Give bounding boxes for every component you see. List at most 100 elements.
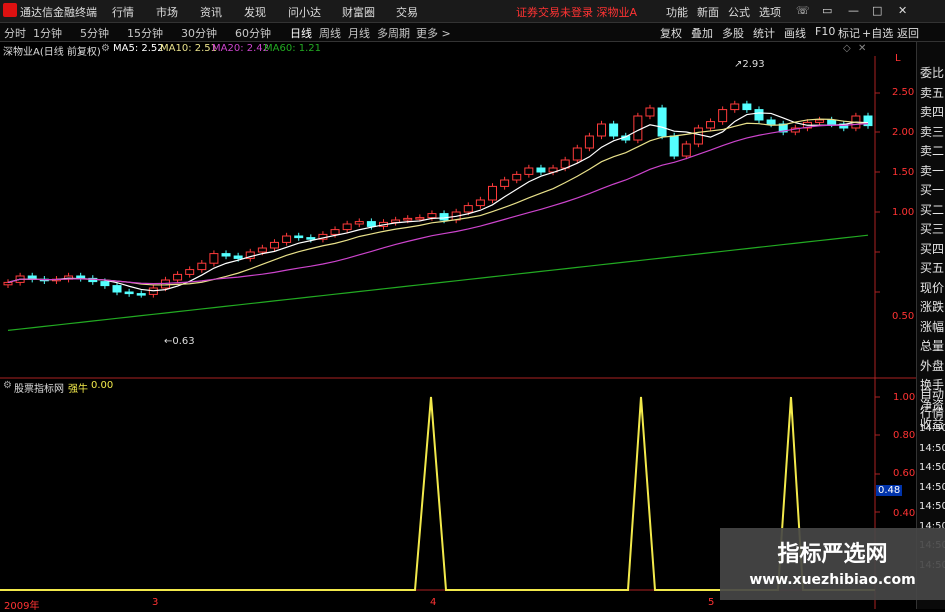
tab-60min[interactable]: 60分钟 — [235, 25, 271, 41]
quote-field-1: 卖五 — [920, 85, 945, 100]
tab-daily[interactable]: 日线 — [290, 25, 312, 41]
close-icon[interactable]: ✕ — [898, 4, 907, 17]
quote-field-14: 总量 — [920, 339, 945, 353]
candle-body — [197, 262, 207, 271]
candle-body — [209, 253, 219, 264]
candle-body — [257, 247, 267, 253]
quote-field-9: 买四 — [920, 241, 945, 256]
ind-tick-080: 0.80 — [893, 430, 916, 441]
candle-body — [718, 109, 728, 123]
tick-list-item-0[interactable]: 自动 — [920, 385, 944, 402]
candle-body — [233, 255, 243, 259]
high-label: 2.93 — [742, 59, 765, 70]
tab-multi-period[interactable]: 多周期 — [377, 25, 410, 41]
indicator-source: 股票指标网 — [14, 384, 64, 395]
quote-field-3: 卖三 — [920, 124, 945, 139]
watermark-title: 指标严选网 — [777, 542, 888, 567]
tab-monthly[interactable]: 月线 — [348, 25, 370, 41]
candle-body — [645, 107, 655, 117]
cursor-value-badge: 0.48 — [876, 485, 903, 496]
minimize-icon[interactable]: — — [848, 4, 859, 17]
candle-body — [815, 119, 825, 123]
quote-field-8: 买三 — [920, 222, 945, 236]
candle-body — [827, 119, 837, 125]
candle-body — [693, 127, 703, 145]
f10-button[interactable]: F10 — [815, 25, 835, 38]
candle-body — [681, 143, 691, 157]
x-tick-5: 5 — [708, 597, 715, 608]
candle-body — [403, 217, 413, 221]
tab-more[interactable]: 更多 > — [416, 25, 451, 41]
back-button[interactable]: 返回 — [897, 25, 919, 41]
low-marker: ←0.63 — [164, 336, 195, 347]
multi-stock-button[interactable]: 多股 — [722, 25, 744, 41]
menu-hangqing[interactable]: 行情 — [112, 4, 134, 20]
tick-list-item-6: 14:50 — [919, 501, 945, 512]
menu-jiaoyi[interactable]: 交易 — [396, 4, 418, 20]
mark-button[interactable]: 标记 — [838, 25, 860, 41]
period-toolbar: 分时 1分钟 5分钟 15分钟 30分钟 60分钟 日线 周线 月线 多周期 更… — [0, 23, 945, 42]
indicator-settings-icon[interactable]: ⚙ — [3, 380, 12, 391]
tab-15min[interactable]: 15分钟 — [127, 25, 163, 41]
minimize-window-icon[interactable]: ▭ — [822, 4, 832, 17]
axis-label-L: L — [895, 53, 901, 64]
candle-body — [500, 179, 510, 187]
login-alert[interactable]: 证券交易未登录 深物业A — [516, 4, 637, 20]
add-watchlist-button[interactable]: +自选 — [862, 25, 893, 41]
candle-body — [766, 119, 776, 125]
maximize-icon[interactable]: □ — [872, 4, 882, 17]
phone-icon[interactable]: ☏ — [796, 4, 810, 17]
candle-body — [633, 115, 643, 141]
quote-field-7: 买二 — [920, 202, 945, 217]
menu-gongneng[interactable]: 功能 — [666, 4, 688, 20]
price-tick-100: 1.00 — [892, 207, 915, 218]
quote-field-4: 卖二 — [920, 144, 945, 158]
quote-field-2: 卖四 — [920, 105, 945, 119]
tab-5min[interactable]: 5分钟 — [80, 25, 109, 41]
candle-body — [669, 135, 679, 157]
tab-weekly[interactable]: 周线 — [319, 25, 341, 41]
tick-list-item-5: 14:50 — [919, 481, 945, 493]
tick-list-item-1[interactable]: 行情 — [920, 404, 944, 421]
candle-body — [475, 199, 485, 207]
candle-body — [221, 253, 231, 257]
quote-field-0: 委比 — [920, 66, 945, 80]
candle-body — [609, 123, 619, 137]
chart-canvas[interactable] — [0, 42, 916, 609]
candle-body — [706, 121, 716, 129]
ma20-line — [7, 123, 869, 285]
stats-button[interactable]: 统计 — [753, 25, 775, 41]
menu-caifuquan[interactable]: 财富圈 — [342, 4, 375, 20]
price-axis-ticks — [875, 92, 880, 553]
menu-wenxiaoda[interactable]: 问小达 — [288, 4, 321, 20]
menu-zixun[interactable]: 资讯 — [200, 4, 222, 20]
price-tick-050: 0.50 — [892, 311, 915, 322]
quote-field-11: 现价 — [920, 280, 945, 295]
candle-body — [173, 273, 183, 281]
overlay-button[interactable]: 叠加 — [691, 25, 713, 41]
quote-field-13: 涨幅 — [920, 319, 945, 334]
menu-xinmian[interactable]: 新面 — [697, 4, 719, 20]
quote-side-panel: 委比 卖五 卖四 卖三 卖二 卖一 买一 买二 买三 买四 买五 现价 涨跌 涨幅 总量 外盘 换手 净资 收益 自动… — [916, 42, 945, 609]
candle-body — [415, 217, 425, 220]
menu-shichang[interactable]: 市场 — [156, 4, 178, 20]
tab-30min[interactable]: 30分钟 — [181, 25, 217, 41]
candle-body — [354, 221, 364, 225]
menu-xuanxiang[interactable]: 选项 — [759, 4, 781, 20]
tab-1min[interactable]: 1分钟 — [33, 25, 62, 41]
menu-bar: 通达信金融终端 行情 市场 资讯 发现 问小达 财富圈 交易 证券交易未登录 深… — [0, 0, 945, 23]
quote-field-15: 外盘 — [920, 358, 945, 373]
candle-body — [124, 291, 134, 295]
moving-averages — [7, 112, 869, 331]
draw-line-button[interactable]: 画线 — [784, 25, 806, 41]
quote-field-12: 涨跌 — [920, 300, 945, 314]
menu-gongshi[interactable]: 公式 — [728, 4, 750, 20]
fuquan-button[interactable]: 复权 — [660, 25, 682, 41]
candle-body — [439, 213, 449, 221]
menu-faxian[interactable]: 发现 — [244, 4, 266, 20]
x-tick-2009: 2009年 — [4, 601, 40, 612]
tab-fenshi[interactable]: 分时 — [4, 25, 26, 41]
candle-body — [185, 269, 195, 275]
candle-body — [754, 109, 764, 121]
candle-body — [100, 281, 110, 287]
